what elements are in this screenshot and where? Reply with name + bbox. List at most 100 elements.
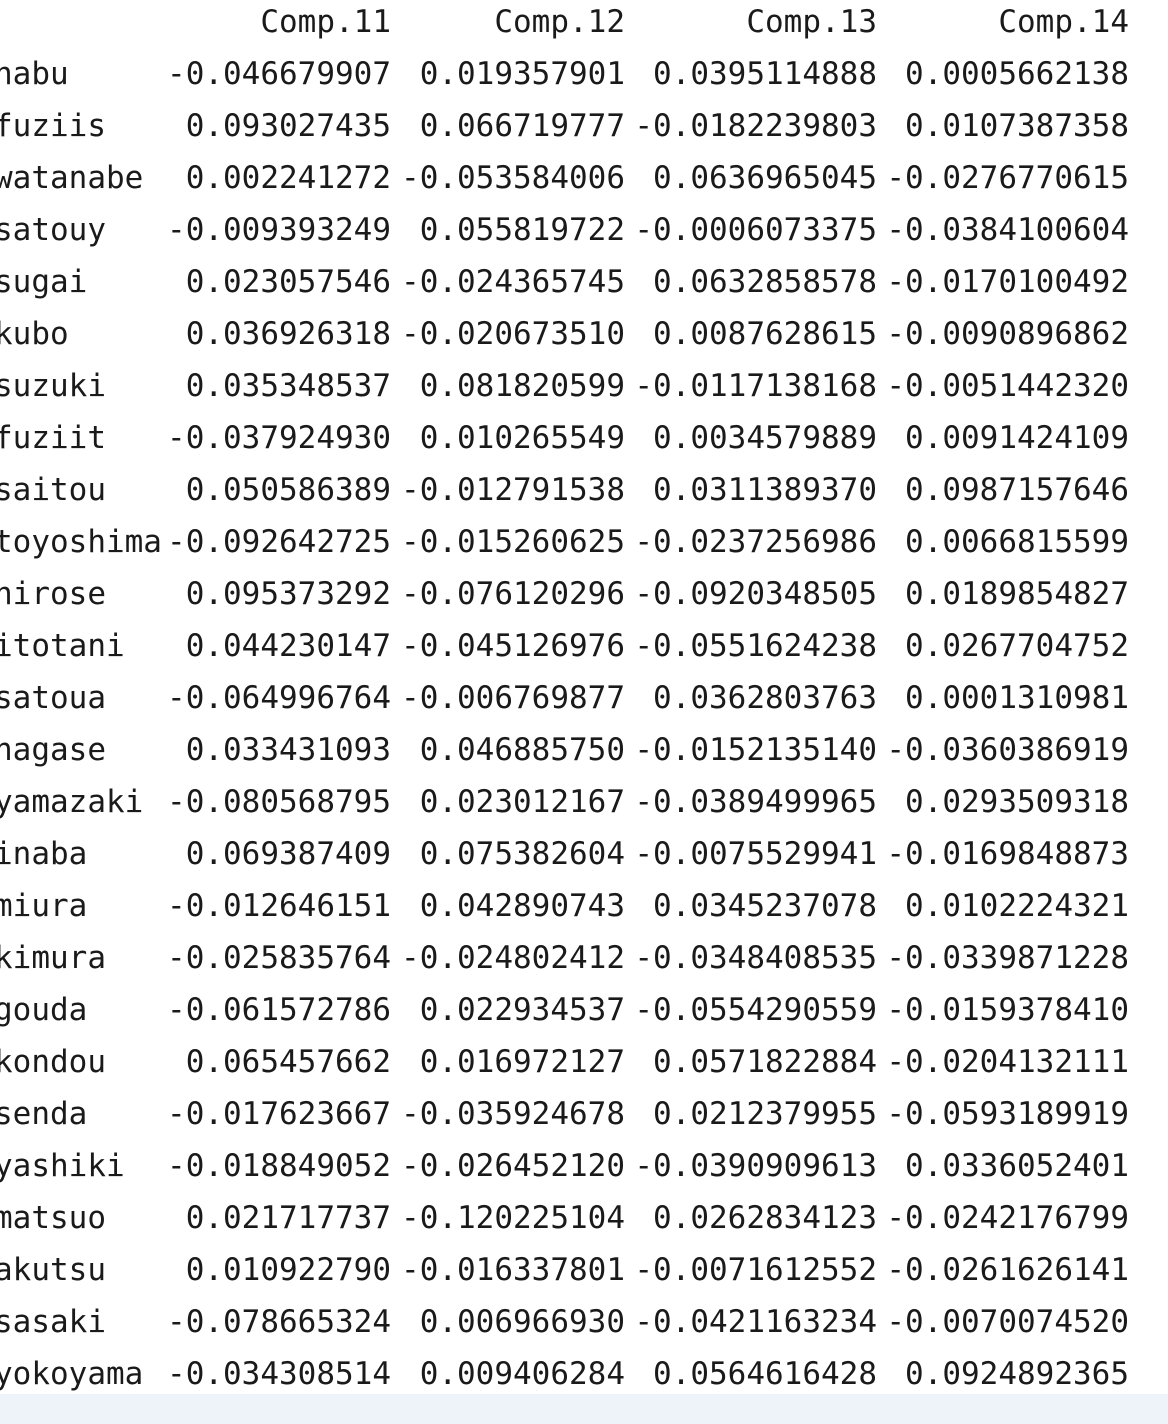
table-cell: 0.022934537: [419, 992, 625, 1028]
table-cell: -0.035924678: [401, 1096, 625, 1132]
table-cell: 0.0091424109: [905, 420, 1129, 456]
row-name: watanabe: [0, 160, 144, 196]
table-row: fuziit -0.037924930 0.010265549 0.003457988…: [0, 416, 1168, 468]
table-cell: -0.026452120: [401, 1148, 625, 1184]
row-name: yokoyama: [0, 1356, 144, 1392]
table-row: yamazaki -0.080568795 0.023012167 -0.038949…: [0, 780, 1168, 832]
table-cell: 0.0107387358: [905, 108, 1129, 144]
table-row: toyoshima -0.092642725 -0.015260625 -0.0237…: [0, 520, 1168, 572]
table-cell: 0.033431093: [185, 732, 391, 768]
table-cell: -0.018849052: [167, 1148, 391, 1184]
row-name: fuziis: [0, 108, 106, 144]
table-cell: 0.066719777: [419, 108, 625, 144]
table-cell: 0.035348537: [185, 368, 391, 404]
table-cell: 0.095373292: [185, 576, 391, 612]
table-cell: -0.078665324: [167, 1304, 391, 1340]
table-cell: -0.012791538: [401, 472, 625, 508]
table-row: gouda -0.061572786 0.022934537 -0.055429055…: [0, 988, 1168, 1040]
table-cell: 0.042890743: [419, 888, 625, 924]
table-cell: 0.069387409: [185, 836, 391, 872]
table-row: kimura -0.025835764 -0.024802412 -0.0348408…: [0, 936, 1168, 988]
table-cell: -0.0204132111: [886, 1044, 1129, 1080]
table-cell: -0.0159378410: [886, 992, 1129, 1028]
column-header: Comp.14: [998, 4, 1129, 40]
table-cell: 0.050586389: [185, 472, 391, 508]
table-cell: 0.0636965045: [653, 160, 877, 196]
row-name: sugai: [0, 264, 88, 300]
table-cell: 0.093027435: [185, 108, 391, 144]
table-cell: 0.0924892365: [905, 1356, 1129, 1392]
table-row: saitou 0.050586389 -0.012791538 0.031138937…: [0, 468, 1168, 520]
table-cell: 0.0087628615: [653, 316, 877, 352]
table-cell: 0.016972127: [419, 1044, 625, 1080]
row-name: gouda: [0, 992, 88, 1028]
table-row: itotani 0.044230147 -0.045126976 -0.0551624…: [0, 624, 1168, 676]
table-cell: 0.081820599: [419, 368, 625, 404]
row-name: nagase: [0, 732, 106, 768]
row-name: satoua: [0, 680, 106, 716]
table-cell: 0.0345237078: [653, 888, 877, 924]
table-row: yokoyama -0.034308514 0.009406284 0.0564616…: [0, 1352, 1168, 1394]
table-cell: -0.0071612552: [634, 1252, 877, 1288]
table-cell: 0.0034579889: [653, 420, 877, 456]
table-row: inaba 0.069387409 0.075382604 -0.0075529941…: [0, 832, 1168, 884]
table-cell: -0.046679907: [167, 56, 391, 92]
table-cell: -0.061572786: [167, 992, 391, 1028]
table-cell: 0.019357901: [419, 56, 625, 92]
table-cell: -0.0070074520: [886, 1304, 1129, 1340]
table-cell: -0.0339871228: [886, 940, 1129, 976]
table-cell: 0.0362803763: [653, 680, 877, 716]
table-cell: 0.010922790: [185, 1252, 391, 1288]
table-cell: 0.044230147: [185, 628, 391, 664]
row-name: sasaki: [0, 1304, 106, 1340]
table-cell: -0.045126976: [401, 628, 625, 664]
table-cell: 0.0564616428: [653, 1356, 877, 1392]
table-cell: -0.0090896862: [886, 316, 1129, 352]
table-cell: -0.0051442320: [886, 368, 1129, 404]
row-name: saitou: [0, 472, 106, 508]
table-cell: 0.002241272: [185, 160, 391, 196]
table-row: hirose 0.095373292 -0.076120296 -0.09203485…: [0, 572, 1168, 624]
row-name: satouy: [0, 212, 106, 248]
table-cell: -0.0421163234: [634, 1304, 877, 1340]
row-name: akutsu: [0, 1252, 106, 1288]
row-name: yamazaki: [0, 784, 144, 820]
row-name: senda: [0, 1096, 88, 1132]
table-cell: -0.009393249: [167, 212, 391, 248]
table-cell: -0.0593189919: [886, 1096, 1129, 1132]
table-cell: -0.0920348505: [634, 576, 877, 612]
row-name: habu: [0, 56, 69, 92]
table-cell: -0.020673510: [401, 316, 625, 352]
table-row: miura -0.012646151 0.042890743 0.0345237078…: [0, 884, 1168, 936]
row-name: kubo: [0, 316, 69, 352]
table-cell: 0.0571822884: [653, 1044, 877, 1080]
table-cell: -0.120225104: [401, 1200, 625, 1236]
table-cell: 0.0102224321: [905, 888, 1129, 924]
table-cell: 0.006966930: [419, 1304, 625, 1340]
table-cell: -0.0170100492: [886, 264, 1129, 300]
table-cell: 0.0189854827: [905, 576, 1129, 612]
table-cell: 0.065457662: [185, 1044, 391, 1080]
row-name: kondou: [0, 1044, 106, 1080]
row-name: matsuo: [0, 1200, 106, 1236]
table-cell: -0.0261626141: [886, 1252, 1129, 1288]
table-cell: -0.0384100604: [886, 212, 1129, 248]
row-name: itotani: [0, 628, 125, 664]
table-cell: -0.053584006: [401, 160, 625, 196]
table-cell: -0.0117138168: [634, 368, 877, 404]
table-cell: -0.0169848873: [886, 836, 1129, 872]
table-cell: -0.024365745: [401, 264, 625, 300]
table-cell: -0.024802412: [401, 940, 625, 976]
table-cell: -0.015260625: [401, 524, 625, 560]
table-cell: -0.037924930: [167, 420, 391, 456]
row-name: yashiki: [0, 1148, 125, 1184]
table-cell: -0.0006073375: [634, 212, 877, 248]
table-cell: -0.0237256986: [634, 524, 877, 560]
table-cell: 0.036926318: [185, 316, 391, 352]
table-cell: -0.0554290559: [634, 992, 877, 1028]
table-row: fuziis 0.093027435 0.066719777 -0.018223980…: [0, 104, 1168, 156]
table-cell: -0.0348408535: [634, 940, 877, 976]
row-name: suzuki: [0, 368, 106, 404]
row-name: kimura: [0, 940, 106, 976]
console-output: Comp.11 Comp.12 Comp.13 Comp.14 habu -0.0…: [0, 0, 1168, 1394]
